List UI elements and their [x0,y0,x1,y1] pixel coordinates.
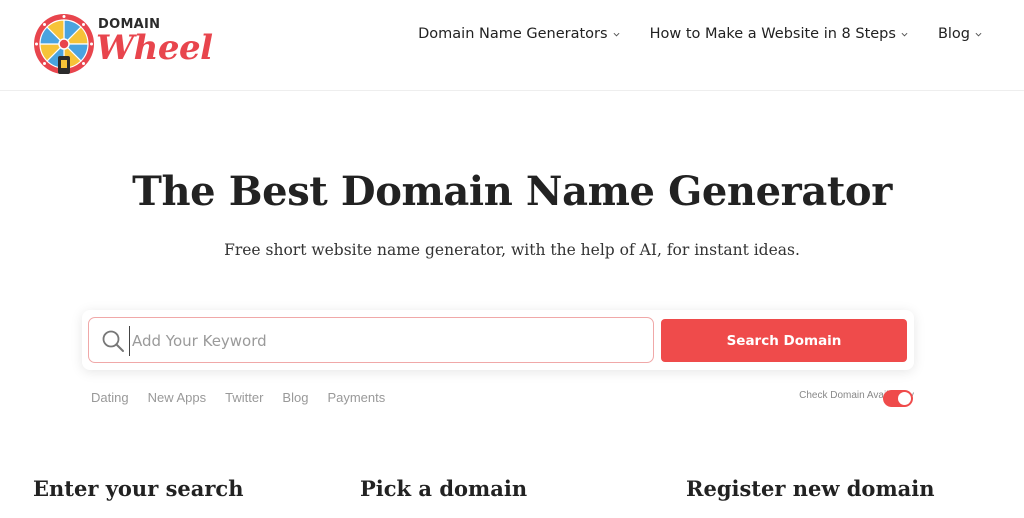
site-header: DOMAIN Wheel Domain Name Generators How … [0,0,1024,91]
page-subtitle: Free short website name generator, with … [224,241,800,259]
keyword-tag-twitter[interactable]: Twitter [225,390,263,405]
site-logo[interactable]: DOMAIN Wheel [32,10,222,76]
chevron-down-icon [613,32,620,36]
nav-how-to-make-website[interactable]: How to Make a Website in 8 Steps [650,26,908,42]
toggle-knob [898,392,911,405]
availability-toggle[interactable] [883,390,913,407]
keyword-tag-payments[interactable]: Payments [327,390,385,405]
search-form: Search Domain [82,310,914,370]
step-register-domain: Register new domain [686,476,935,501]
nav-item-label: How to Make a Website in 8 Steps [649,26,896,42]
keyword-tag-blog[interactable]: Blog [282,390,308,405]
suggested-keywords: Dating New Apps Twitter Blog Payments [91,390,404,405]
step-enter-search: Enter your search [33,476,244,501]
main-nav: Domain Name Generators How to Make a Web… [388,26,982,42]
search-icon [102,330,124,352]
search-input[interactable] [129,326,639,356]
nav-item-label: Blog [937,26,970,42]
step-pick-domain: Pick a domain [360,476,528,501]
search-domain-button[interactable]: Search Domain [661,319,907,362]
nav-domain-name-generators[interactable]: Domain Name Generators [418,26,620,42]
chevron-down-icon [975,32,982,36]
chevron-down-icon [901,32,908,36]
nav-item-label: Domain Name Generators [418,26,608,42]
page-title: The Best Domain Name Generator [132,168,892,215]
wheel-logo-icon [34,14,94,74]
keyword-tag-new-apps[interactable]: New Apps [148,390,207,405]
keyword-tag-dating[interactable]: Dating [91,390,129,405]
logo-wheel-text: Wheel [96,28,213,68]
nav-blog[interactable]: Blog [938,26,982,42]
search-field[interactable] [88,317,654,363]
